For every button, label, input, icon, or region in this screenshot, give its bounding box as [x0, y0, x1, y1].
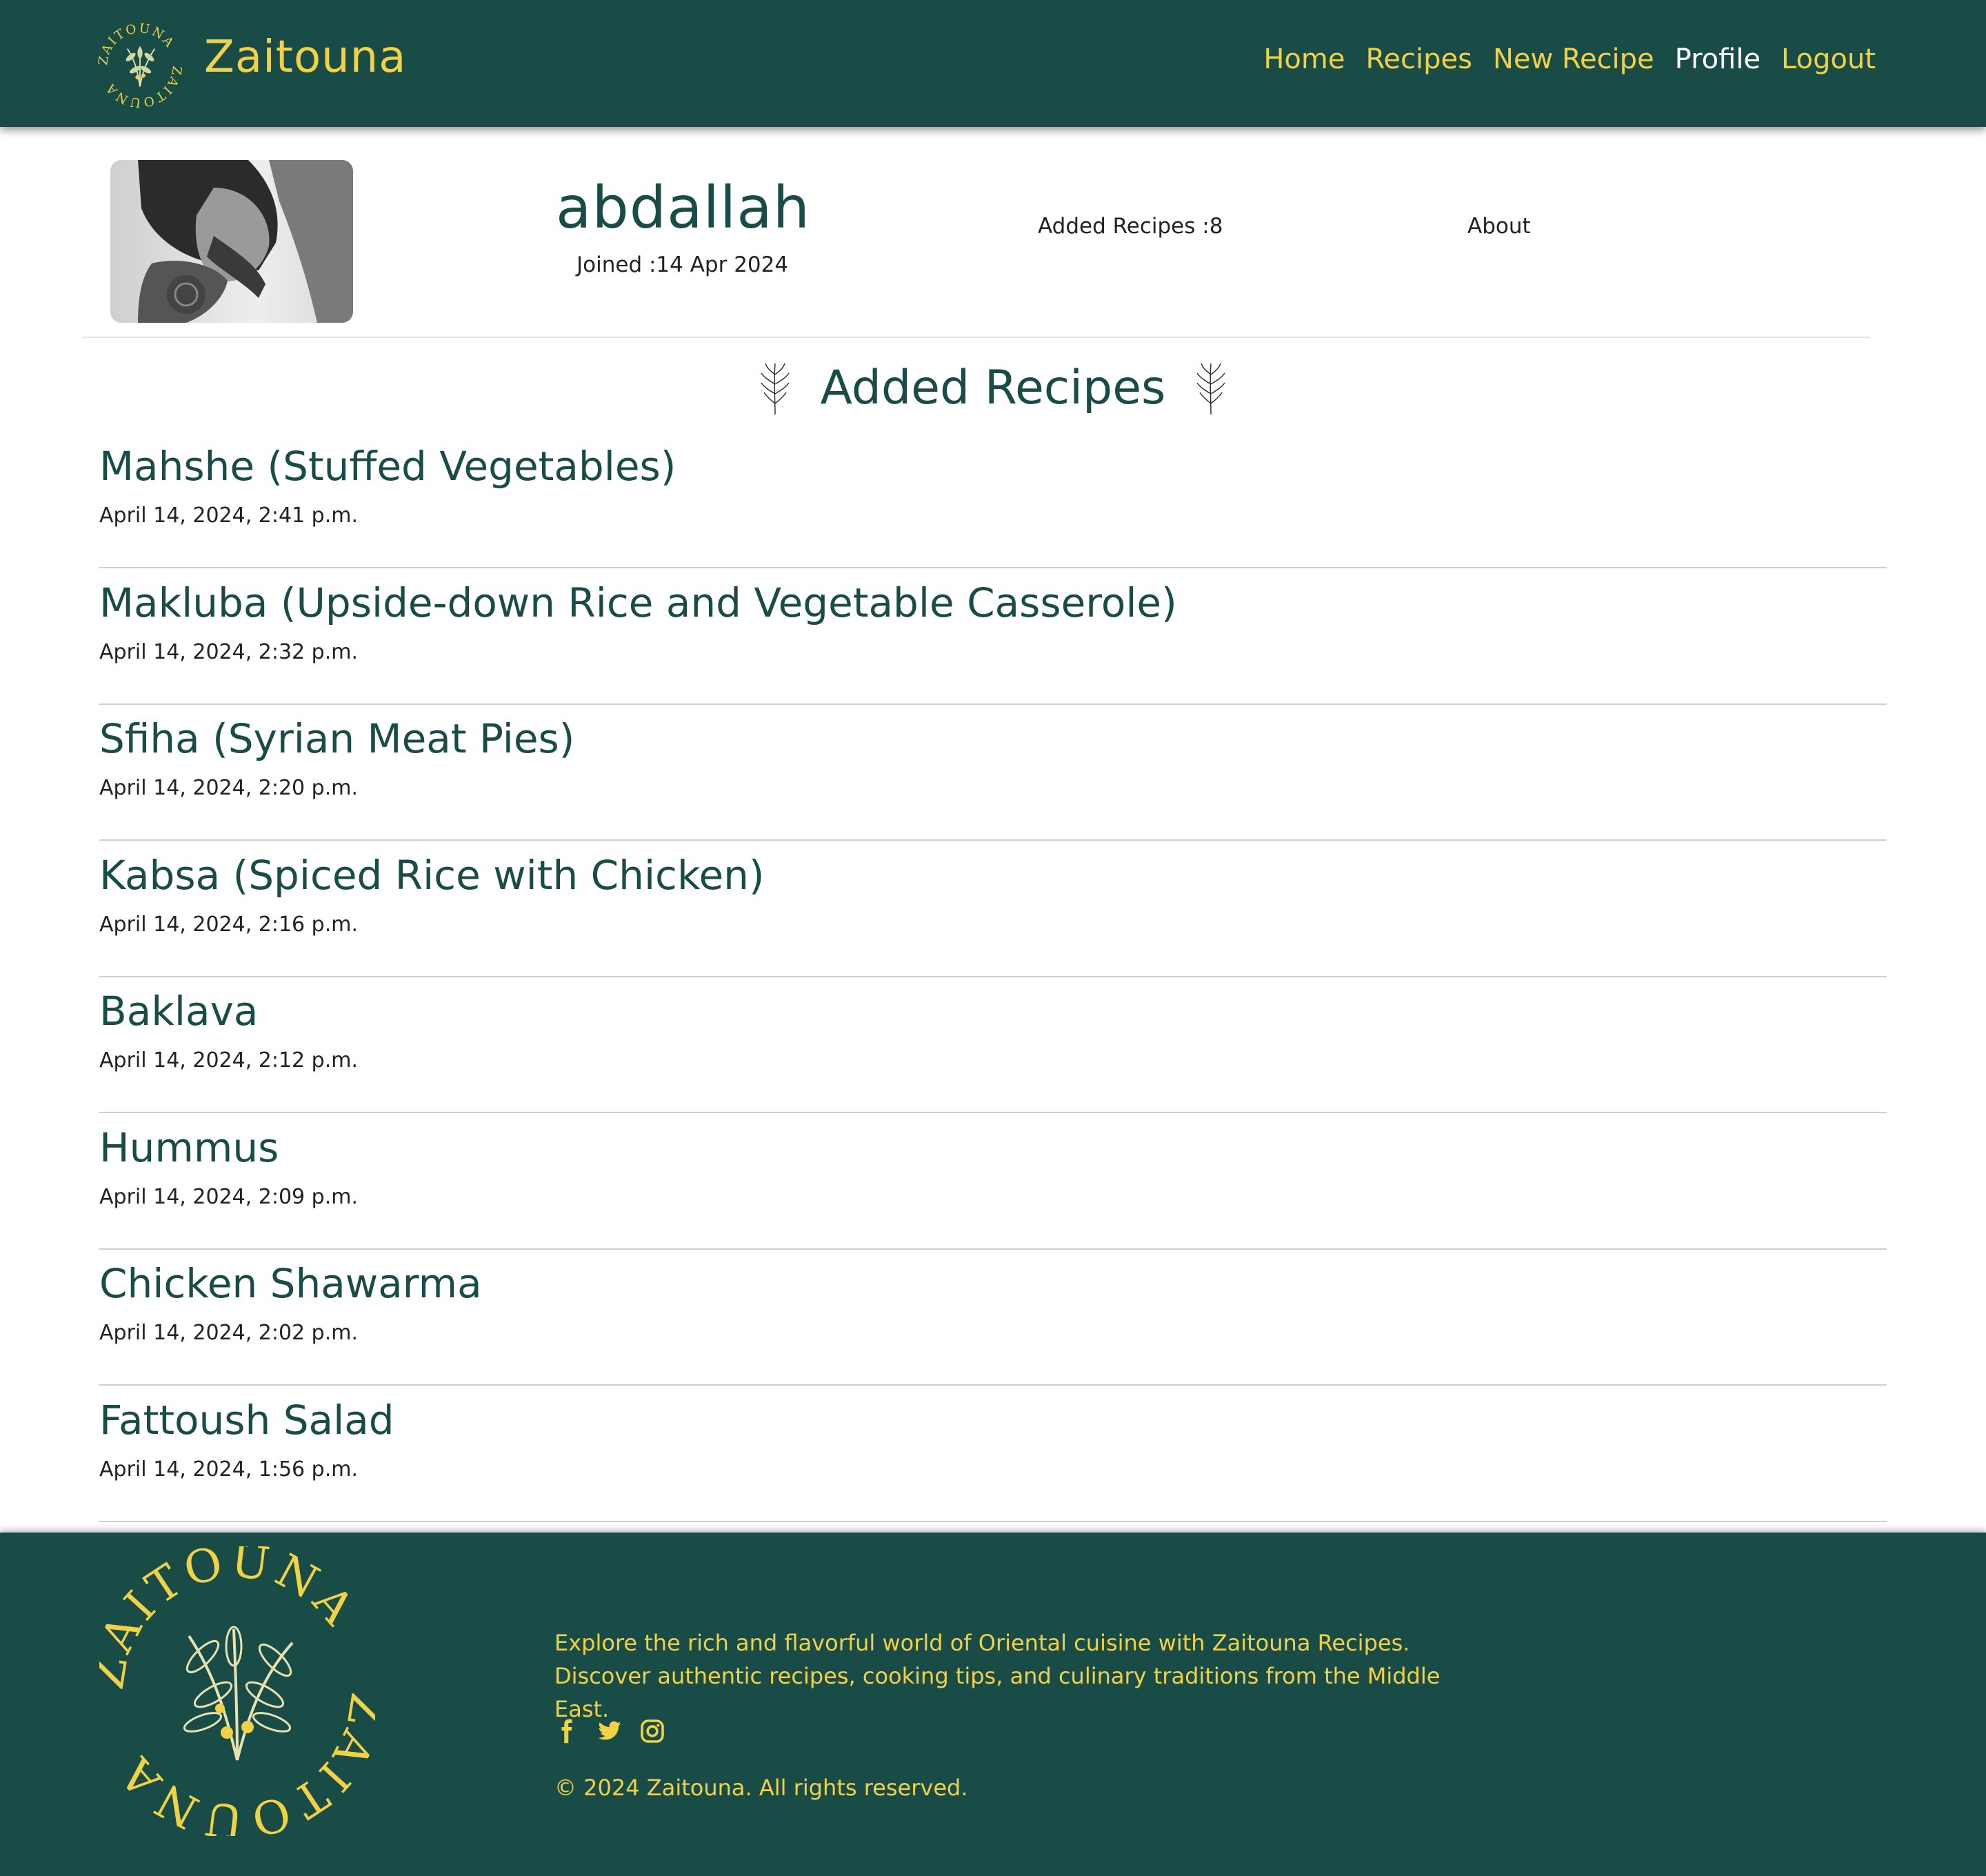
header-divider: [83, 337, 1870, 338]
twitter-icon[interactable]: [597, 1719, 622, 1744]
footer: ZAITOUNA ZAITOUNA Explore the rich and f…: [0, 1533, 1986, 1876]
zaitouna-logo[interactable]: ZAITOUNA ZAITOUNA: [98, 23, 182, 108]
social-links: [554, 1719, 665, 1744]
nav-recipes[interactable]: Recipes: [1365, 39, 1472, 80]
added-recipes-count: Added Recipes :8: [1038, 214, 1223, 239]
joined-date: Joined :14 Apr 2024: [576, 252, 789, 277]
recipe-item[interactable]: Hummus April 14, 2024, 2:09 p.m.: [99, 1115, 1887, 1250]
about-link[interactable]: About: [1467, 211, 1531, 241]
nav-profile[interactable]: Profile: [1675, 39, 1761, 80]
svg-text:ZAITOUNA: ZAITOUNA: [103, 65, 182, 108]
recipe-title[interactable]: Hummus: [99, 1120, 279, 1175]
olive-sprig-icon: [761, 363, 790, 415]
recipe-date: April 14, 2024, 2:20 p.m.: [99, 776, 359, 800]
navbar: ZAITOUNA ZAITOUNA Zaitouna Home Recipes …: [0, 0, 1986, 127]
recipe-date: April 14, 2024, 2:02 p.m.: [99, 1321, 359, 1345]
olive-sprig-icon: [1196, 363, 1225, 415]
footer-logo-ring-text: ZAITOUNA: [99, 1546, 363, 1693]
recipe-title[interactable]: Mahshe (Stuffed Vegetables): [99, 439, 676, 494]
recipe-item[interactable]: Kabsa (Spiced Rice with Chicken) April 1…: [99, 842, 1887, 977]
facebook-icon[interactable]: [554, 1719, 579, 1744]
recipe-title[interactable]: Chicken Shawarma: [99, 1256, 482, 1311]
recipe-date: April 14, 2024, 2:32 p.m.: [99, 639, 359, 664]
profile-photo: [110, 160, 353, 323]
logo-ring-text: ZAITOUNA: [98, 23, 176, 66]
recipe-date: April 14, 2024, 2:41 p.m.: [99, 503, 359, 528]
section-title-text: Added Recipes: [820, 361, 1166, 416]
recipe-item[interactable]: Fattoush Salad April 14, 2024, 1:56 p.m.: [99, 1387, 1887, 1522]
recipe-item[interactable]: Chicken Shawarma April 14, 2024, 2:02 p.…: [99, 1250, 1887, 1386]
recipe-title[interactable]: Fattoush Salad: [99, 1393, 394, 1448]
copyright: © 2024 Zaitouna. All rights reserved.: [554, 1775, 968, 1801]
svg-text:ZAITOUNA: ZAITOUNA: [108, 1690, 375, 1836]
nav-new-recipe[interactable]: New Recipe: [1493, 39, 1654, 80]
recipe-date: April 14, 2024, 1:56 p.m.: [99, 1457, 359, 1481]
nav-logout[interactable]: Logout: [1781, 39, 1876, 80]
recipe-date: April 14, 2024, 2:12 p.m.: [99, 1048, 359, 1072]
recipe-item[interactable]: Sfiha (Syrian Meat Pies) April 14, 2024,…: [99, 706, 1887, 841]
recipe-item[interactable]: Makluba (Upside-down Rice and Vegetable …: [99, 570, 1887, 705]
svg-text:ZAITOUNA: ZAITOUNA: [98, 23, 177, 66]
recipe-date: April 14, 2024, 2:09 p.m.: [99, 1184, 359, 1209]
footer-logo-ring-text-2: ZAITOUNA: [108, 1690, 375, 1836]
svg-text:ZAITOUNA: ZAITOUNA: [99, 1546, 367, 1693]
recipe-title[interactable]: Baklava: [99, 984, 258, 1039]
instagram-icon[interactable]: [640, 1719, 665, 1744]
avatar: [110, 160, 353, 323]
recipe-list: Mahshe (Stuffed Vegetables) April 14, 20…: [99, 433, 1887, 1522]
brand-name[interactable]: Zaitouna: [204, 26, 406, 88]
nav-home[interactable]: Home: [1263, 39, 1345, 80]
footer-description: Explore the rich and flavorful world of …: [554, 1630, 1441, 1722]
nav-links: Home Recipes New Recipe Profile Logout: [1263, 39, 1876, 80]
recipe-item[interactable]: Mahshe (Stuffed Vegetables) April 14, 20…: [99, 433, 1887, 568]
recipe-title[interactable]: Sfiha (Syrian Meat Pies): [99, 711, 574, 766]
recipe-item[interactable]: Baklava April 14, 2024, 2:12 p.m.: [99, 978, 1887, 1113]
username: abdallah: [556, 174, 810, 241]
footer-logo: ZAITOUNA ZAITOUNA: [99, 1546, 375, 1836]
section-title: Added Recipes: [0, 352, 1986, 423]
logo-ring-text-2: ZAITOUNA: [103, 65, 182, 108]
recipe-date: April 14, 2024, 2:16 p.m.: [99, 912, 359, 937]
recipe-title[interactable]: Kabsa (Spiced Rice with Chicken): [99, 848, 765, 903]
recipe-title[interactable]: Makluba (Upside-down Rice and Vegetable …: [99, 575, 1177, 630]
